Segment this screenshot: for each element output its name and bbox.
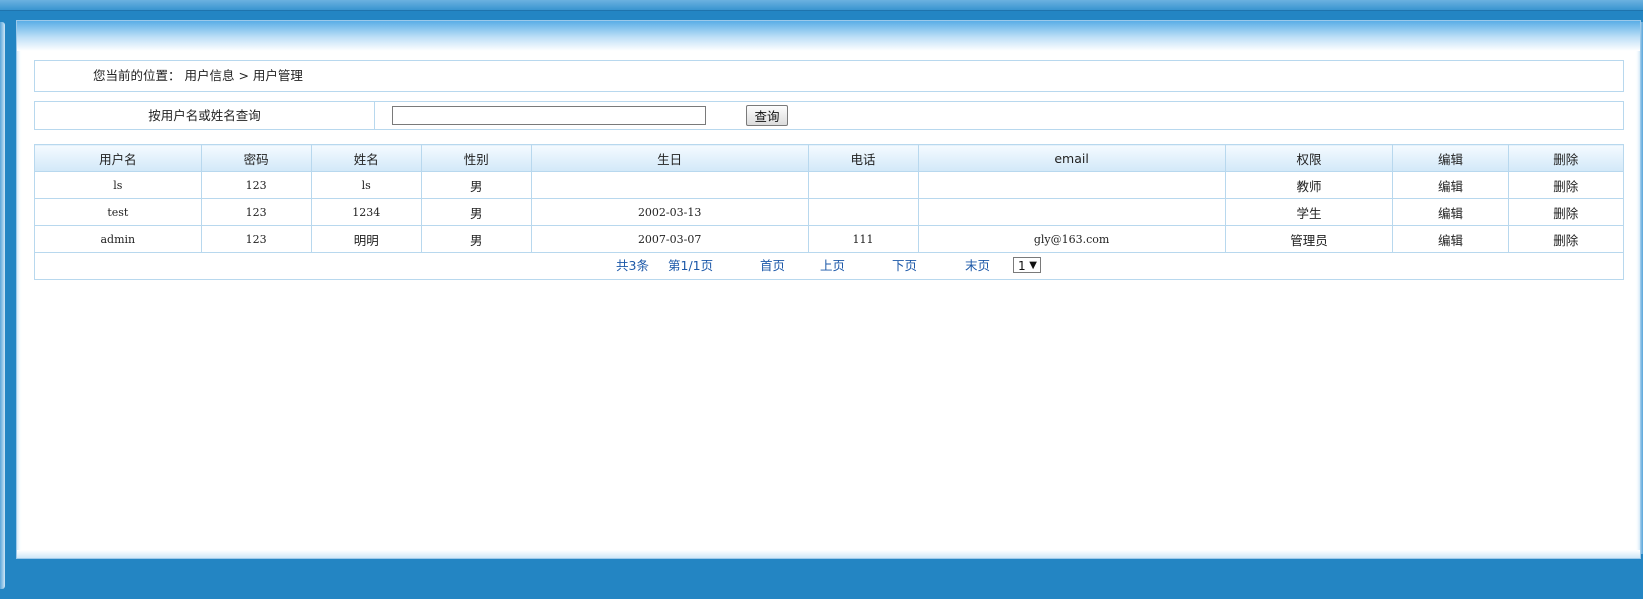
col-header-role: 权限 [1224, 144, 1394, 172]
pager-first-link[interactable]: 首页 [760, 254, 785, 279]
content-footer-band [17, 550, 1640, 558]
col-header-name: 姓名 [310, 144, 422, 172]
breadcrumb-text: 您当前的位置： 用户信息 > 用户管理 [93, 61, 303, 91]
delete-link[interactable]: 删除 [1507, 225, 1625, 253]
search-bar: 按用户名或姓名查询 查询 [34, 101, 1624, 130]
pager-total: 共3条 [616, 258, 649, 273]
cell-password: 123 [200, 171, 312, 199]
cell-email [917, 171, 1226, 199]
content-frame: 您当前的位置： 用户信息 > 用户管理 按用户名或姓名查询 查询 [16, 20, 1641, 559]
col-header-birthday: 生日 [530, 144, 809, 172]
cell-gender: 男 [420, 225, 532, 253]
triangle-down-icon: ▼ [1029, 260, 1037, 271]
cell-password: 123 [200, 198, 312, 226]
col-header-email: email [917, 144, 1226, 172]
pager-next-link[interactable]: 下页 [892, 254, 917, 279]
top-bar [0, 0, 1643, 11]
col-header-edit: 编辑 [1392, 144, 1509, 172]
left-frame-edge [0, 22, 5, 589]
edit-link[interactable]: 编辑 [1392, 198, 1509, 226]
pager-inner: 共3条 第1/1页 首页 上页 下页 末页 1 ▼ [36, 254, 1623, 279]
cell-username: test [34, 198, 202, 226]
cell-role: 管理员 [1224, 225, 1394, 253]
breadcrumb: 您当前的位置： 用户信息 > 用户管理 [34, 60, 1624, 92]
table-row: ls 123 ls 男 教师 编辑 删除 [34, 171, 1625, 199]
pager-page-info: 第1/1页 [668, 258, 714, 273]
cell-name: 1234 [310, 198, 422, 226]
cell-email: gly@163.com [917, 225, 1226, 253]
cell-birthday: 2007-03-07 [530, 225, 809, 253]
page-select-value: 1 [1018, 259, 1026, 273]
breadcrumb-prefix: 您当前的位置： [93, 68, 181, 83]
cell-email [917, 198, 1226, 226]
cell-username: admin [34, 225, 202, 253]
cell-gender: 男 [420, 198, 532, 226]
col-header-password: 密码 [200, 144, 312, 172]
cell-role: 学生 [1224, 198, 1394, 226]
table-row: admin 123 明明 男 2007-03-07 111 gly@163.co… [34, 225, 1625, 253]
cell-name: ls [310, 171, 422, 199]
cell-phone [807, 198, 919, 226]
col-header-delete: 删除 [1507, 144, 1625, 172]
breadcrumb-path: 用户信息 > 用户管理 [184, 68, 303, 83]
cell-password: 123 [200, 225, 312, 253]
user-table: 用户名 密码 姓名 性别 生日 电话 email 权限 编辑 删除 ls 123… [34, 144, 1625, 280]
pager-prev-link[interactable]: 上页 [820, 254, 845, 279]
page-select[interactable]: 1 ▼ [1013, 257, 1041, 273]
content-header-band [17, 21, 1640, 51]
cell-gender: 男 [420, 171, 532, 199]
cell-birthday [530, 171, 809, 199]
delete-link[interactable]: 删除 [1507, 171, 1625, 199]
cell-phone [807, 171, 919, 199]
col-header-gender: 性别 [420, 144, 532, 172]
table-row: test 123 1234 男 2002-03-13 学生 编辑 删除 [34, 198, 1625, 226]
table-header-row: 用户名 密码 姓名 性别 生日 电话 email 权限 编辑 删除 [34, 144, 1625, 172]
pager: 共3条 第1/1页 首页 上页 下页 末页 1 ▼ [34, 252, 1624, 280]
pager-last-link[interactable]: 末页 [965, 254, 990, 279]
col-header-phone: 电话 [807, 144, 919, 172]
delete-link[interactable]: 删除 [1507, 198, 1625, 226]
search-input[interactable] [392, 106, 706, 125]
cell-birthday: 2002-03-13 [530, 198, 809, 226]
col-header-username: 用户名 [34, 144, 202, 172]
cell-username: ls [34, 171, 202, 199]
cell-role: 教师 [1224, 171, 1394, 199]
edit-link[interactable]: 编辑 [1392, 171, 1509, 199]
cell-name: 明明 [310, 225, 422, 253]
pager-row: 共3条 第1/1页 首页 上页 下页 末页 1 ▼ [34, 252, 1624, 280]
search-button[interactable]: 查询 [746, 105, 788, 126]
cell-phone: 111 [807, 225, 919, 253]
edit-link[interactable]: 编辑 [1392, 225, 1509, 253]
search-label: 按用户名或姓名查询 [35, 102, 375, 129]
